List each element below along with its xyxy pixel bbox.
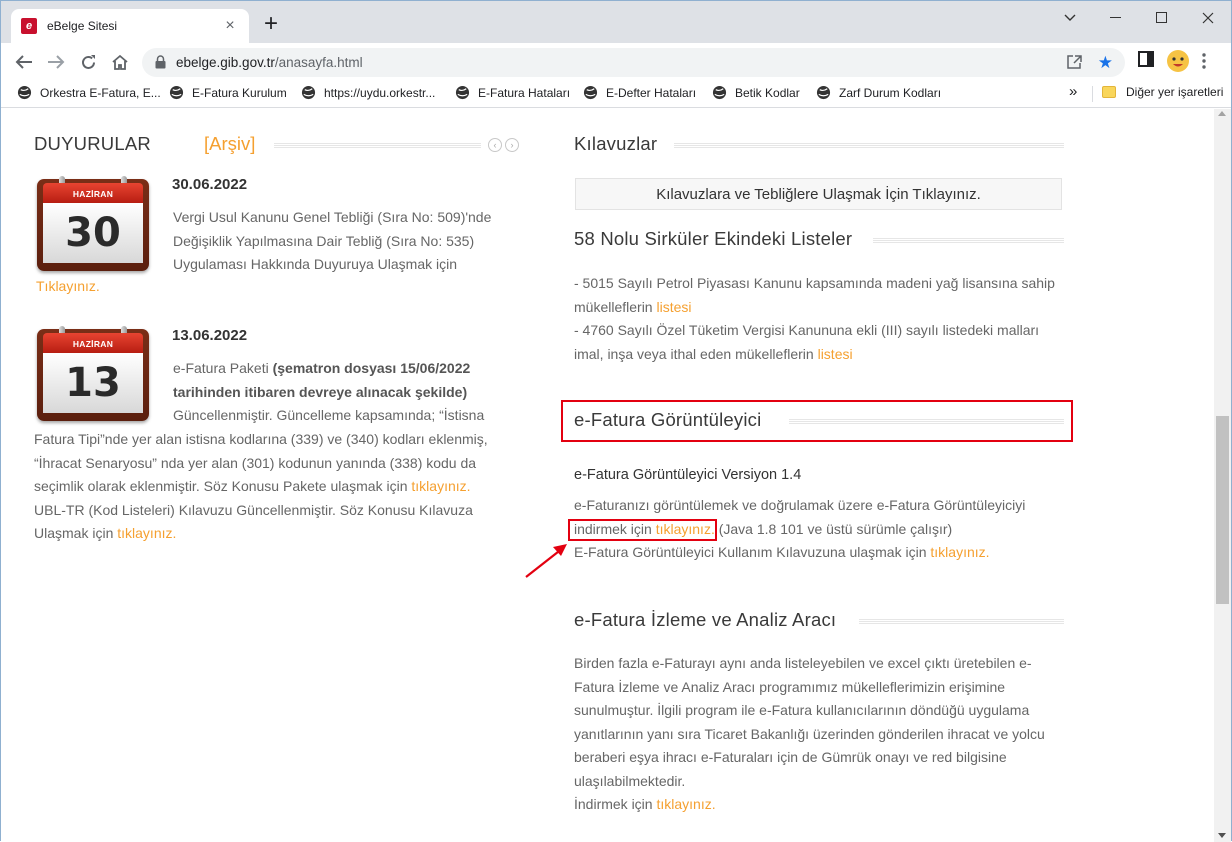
guides-button[interactable]: Kılavuzlara ve Tebliğlere Ulaşmak İçin T… bbox=[575, 178, 1062, 210]
red-arrow-icon bbox=[525, 544, 567, 578]
lock-icon[interactable] bbox=[155, 55, 166, 74]
title-divider bbox=[274, 142, 481, 148]
minimize-icon[interactable] bbox=[1093, 3, 1139, 33]
highlight-box bbox=[568, 519, 717, 541]
circular-text: - 5015 Sayılı Petrol Piyasası Kanunu kap… bbox=[574, 275, 1055, 362]
title-divider bbox=[859, 618, 1064, 624]
news-link[interactable]: tıklayınız. bbox=[411, 478, 470, 494]
circular-title: 58 Nolu Sirküler Ekindeki Listeler bbox=[574, 228, 853, 249]
page-scrollbar[interactable] bbox=[1214, 109, 1231, 842]
scroll-up-icon[interactable] bbox=[1218, 111, 1226, 116]
news-text: Vergi Usul Kanunu Genel Tebliği (Sıra No… bbox=[173, 209, 492, 272]
folder-icon bbox=[1102, 86, 1116, 98]
globe-icon bbox=[455, 85, 470, 100]
browser-window: e eBelge Sitesi × + ebelge.gib.gov.tr/an… bbox=[0, 0, 1232, 842]
url-text: ebelge.gib.gov.tr/anasayfa.html bbox=[176, 55, 363, 70]
bookmark-item[interactable]: E-Defter Hataları bbox=[583, 85, 696, 100]
toolbar: ebelge.gib.gov.tr/anasayfa.html ★ bbox=[1, 43, 1231, 80]
side-panel-icon[interactable] bbox=[1138, 51, 1154, 72]
tab-title: eBelge Sitesi bbox=[47, 19, 118, 33]
bookmark-item[interactable]: Zarf Durum Kodları bbox=[816, 85, 941, 100]
profile-avatar-icon[interactable] bbox=[1166, 49, 1190, 78]
address-bar[interactable]: ebelge.gib.gov.tr/anasayfa.html ★ bbox=[142, 48, 1125, 77]
bookmark-item[interactable]: Orkestra E-Fatura, E... bbox=[17, 85, 161, 100]
globe-icon bbox=[17, 85, 32, 100]
calendar-icon: HAZİRAN 13 bbox=[37, 326, 149, 423]
list-link[interactable]: listesi bbox=[818, 346, 853, 362]
ebelge-favicon-icon: e bbox=[21, 18, 37, 34]
title-divider bbox=[674, 142, 1064, 148]
bookmarks-bar: Orkestra E-Fatura, E... E-Fatura Kurulum… bbox=[1, 80, 1231, 108]
share-icon[interactable] bbox=[1066, 54, 1083, 75]
bookmark-item[interactable]: Betik Kodlar bbox=[712, 85, 800, 100]
prev-news-icon[interactable]: ‹ bbox=[488, 138, 502, 152]
bookmark-star-icon[interactable]: ★ bbox=[1098, 53, 1113, 73]
news-link[interactable]: Tıklayınız. bbox=[36, 275, 100, 299]
tab-strip: e eBelge Sitesi × + bbox=[1, 1, 1231, 43]
globe-icon bbox=[301, 85, 316, 100]
globe-icon bbox=[712, 85, 727, 100]
download-monitor-link[interactable]: tıklayınız. bbox=[656, 796, 715, 812]
calendar-icon: HAZİRAN 30 bbox=[37, 176, 149, 273]
news-link[interactable]: tıklayınız. bbox=[117, 525, 176, 541]
globe-icon bbox=[816, 85, 831, 100]
tab-close-icon[interactable]: × bbox=[221, 17, 239, 35]
list-link[interactable]: listesi bbox=[656, 299, 691, 315]
scroll-down-icon[interactable] bbox=[1218, 833, 1226, 838]
news-text: Fatura Tipi”nde yer alan istisna kodları… bbox=[34, 431, 488, 541]
next-news-icon[interactable]: › bbox=[505, 138, 519, 152]
bookmark-item[interactable]: https://uydu.orkestr... bbox=[301, 85, 435, 100]
new-tab-plus-icon[interactable]: + bbox=[259, 12, 283, 37]
bookmark-item[interactable]: E-Fatura Kurulum bbox=[169, 85, 287, 100]
page-content: DUYURULAR [Arşiv] ‹ › HAZİRAN 30 30.06.2… bbox=[1, 109, 1216, 842]
bookmark-item[interactable]: E-Fatura Hataları bbox=[455, 85, 570, 100]
archive-link[interactable]: [Arşiv] bbox=[204, 133, 255, 155]
bookmarks-divider bbox=[1092, 86, 1093, 102]
monitor-text: Birden fazla e-Faturayı aynı anda listel… bbox=[574, 655, 1045, 812]
other-bookmarks-folder[interactable]: Diğer yer işaretleri bbox=[1102, 85, 1223, 99]
scroll-thumb[interactable] bbox=[1216, 416, 1229, 604]
news-date: 30.06.2022 bbox=[172, 176, 248, 193]
close-window-icon[interactable] bbox=[1185, 3, 1231, 33]
globe-icon bbox=[169, 85, 184, 100]
menu-kebab-icon[interactable] bbox=[1202, 53, 1206, 74]
bookmarks-overflow-icon[interactable]: » bbox=[1069, 83, 1077, 100]
forward-arrow-icon[interactable] bbox=[45, 51, 67, 73]
title-divider bbox=[873, 237, 1064, 243]
announcements-title: DUYURULAR bbox=[34, 133, 151, 154]
viewer-guide-link[interactable]: tıklayınız. bbox=[930, 544, 989, 560]
globe-icon bbox=[583, 85, 598, 100]
tab-search-chevron-icon[interactable] bbox=[1047, 3, 1093, 33]
home-icon[interactable] bbox=[109, 51, 131, 73]
maximize-icon[interactable] bbox=[1139, 3, 1185, 33]
tab-ebelge[interactable]: e eBelge Sitesi × bbox=[11, 9, 249, 43]
viewer-title: e-Fatura Görüntüleyici bbox=[574, 409, 762, 430]
monitor-title: e-Fatura İzleme ve Analiz Aracı bbox=[574, 609, 837, 630]
back-arrow-icon[interactable] bbox=[13, 51, 35, 73]
title-divider bbox=[789, 418, 1064, 424]
viewer-version: e-Fatura Görüntüleyici Versiyon 1.4 bbox=[574, 467, 802, 483]
news-date: 13.06.2022 bbox=[172, 327, 248, 344]
guides-title: Kılavuzlar bbox=[574, 133, 658, 154]
news-text: e-Fatura Paketi (şematron dosyası 15/06/… bbox=[173, 360, 485, 423]
reload-icon[interactable] bbox=[77, 51, 99, 73]
